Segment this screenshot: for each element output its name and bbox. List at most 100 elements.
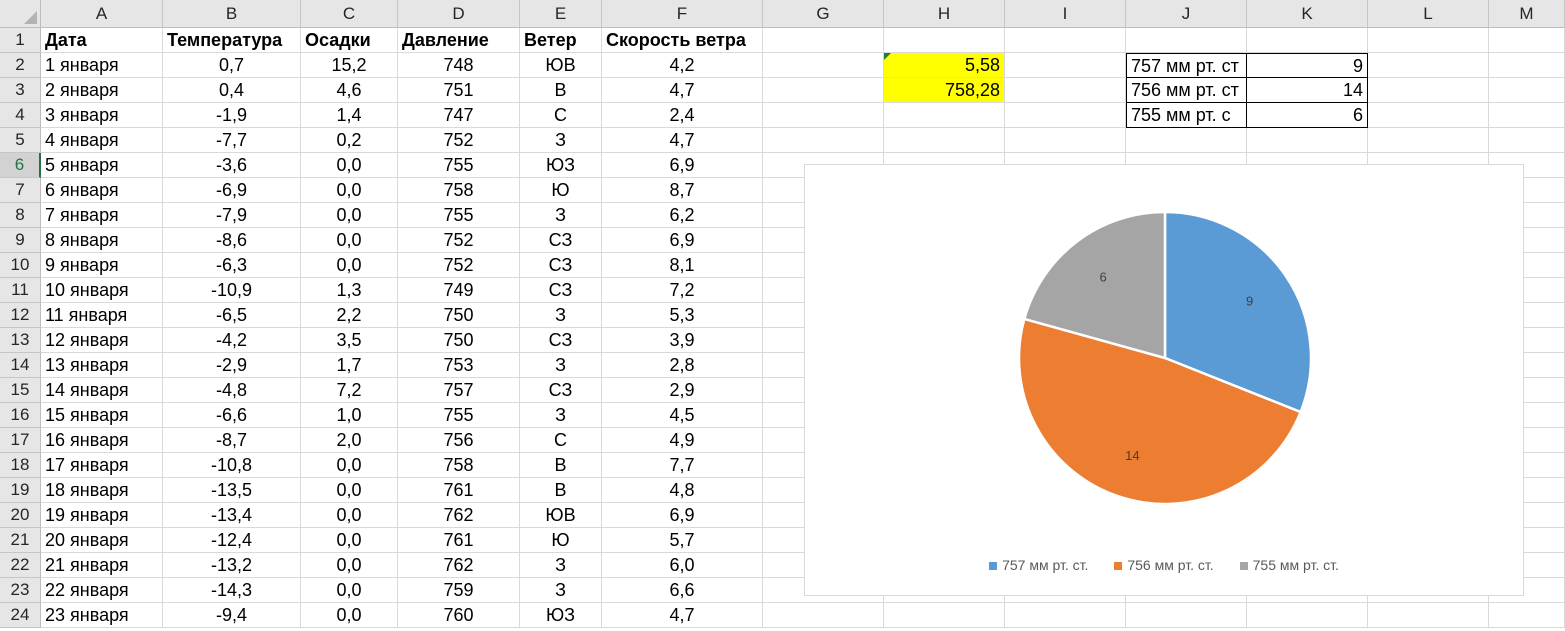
cell-c6[interactable]: 0,0	[301, 153, 398, 178]
pressure-count-2[interactable]: 9	[1247, 53, 1368, 78]
row-header-5[interactable]: 5	[0, 128, 41, 153]
cell-c18[interactable]: 0,0	[301, 453, 398, 478]
cell-a6[interactable]: 5 января	[41, 153, 163, 178]
cell-e8[interactable]: З	[520, 203, 602, 228]
cell-a2[interactable]: 1 января	[41, 53, 163, 78]
column-header-g[interactable]: G	[763, 0, 884, 28]
cell-c22[interactable]: 0,0	[301, 553, 398, 578]
cell-c3[interactable]: 4,6	[301, 78, 398, 103]
cell-a23[interactable]: 22 января	[41, 578, 163, 603]
column-header-b[interactable]: B	[163, 0, 301, 28]
cell-b11[interactable]: -10,9	[163, 278, 301, 303]
cell-b7[interactable]: -6,9	[163, 178, 301, 203]
select-all-corner[interactable]	[0, 0, 41, 28]
cell-e13[interactable]: СЗ	[520, 328, 602, 353]
cell-e5[interactable]: З	[520, 128, 602, 153]
cell-k5[interactable]	[1247, 128, 1368, 153]
cell-f2[interactable]: 4,2	[602, 53, 763, 78]
cell-g4[interactable]	[763, 103, 884, 128]
cell-b17[interactable]: -8,7	[163, 428, 301, 453]
cell-e7[interactable]: Ю	[520, 178, 602, 203]
cell-a11[interactable]: 10 января	[41, 278, 163, 303]
cell-a20[interactable]: 19 января	[41, 503, 163, 528]
cell-b4[interactable]: -1,9	[163, 103, 301, 128]
cell-b9[interactable]: -8,6	[163, 228, 301, 253]
cell-e18[interactable]: В	[520, 453, 602, 478]
cell-f20[interactable]: 6,9	[602, 503, 763, 528]
cell-c15[interactable]: 7,2	[301, 378, 398, 403]
cell-f24[interactable]: 4,7	[602, 603, 763, 628]
row-header-16[interactable]: 16	[0, 403, 41, 428]
column-header-k[interactable]: K	[1247, 0, 1368, 28]
cell-c5[interactable]: 0,2	[301, 128, 398, 153]
cell-c7[interactable]: 0,0	[301, 178, 398, 203]
cell-h5[interactable]	[884, 128, 1005, 153]
cell-b5[interactable]: -7,7	[163, 128, 301, 153]
cell-b6[interactable]: -3,6	[163, 153, 301, 178]
cell-e21[interactable]: Ю	[520, 528, 602, 553]
legend-item-2[interactable]: 756 мм рт. ст.	[1114, 557, 1214, 573]
cell-d5[interactable]: 752	[398, 128, 520, 153]
cell-f19[interactable]: 4,8	[602, 478, 763, 503]
cell-b18[interactable]: -10,8	[163, 453, 301, 478]
cell-b22[interactable]: -13,2	[163, 553, 301, 578]
cell-d6[interactable]: 755	[398, 153, 520, 178]
cell-f8[interactable]: 6,2	[602, 203, 763, 228]
cell-h4[interactable]	[884, 103, 1005, 128]
cell-l24[interactable]	[1368, 603, 1489, 628]
cell-d20[interactable]: 762	[398, 503, 520, 528]
cell-d16[interactable]: 755	[398, 403, 520, 428]
cell-f1[interactable]: Скорость ветра	[602, 28, 763, 53]
cell-h24[interactable]	[884, 603, 1005, 628]
cell-f21[interactable]: 5,7	[602, 528, 763, 553]
cell-a3[interactable]: 2 января	[41, 78, 163, 103]
column-header-d[interactable]: D	[398, 0, 520, 28]
column-header-h[interactable]: H	[884, 0, 1005, 28]
cell-d11[interactable]: 749	[398, 278, 520, 303]
cell-e22[interactable]: З	[520, 553, 602, 578]
cell-e19[interactable]: В	[520, 478, 602, 503]
cell-e10[interactable]: СЗ	[520, 253, 602, 278]
cell-b19[interactable]: -13,5	[163, 478, 301, 503]
cell-a21[interactable]: 20 января	[41, 528, 163, 553]
cell-d23[interactable]: 759	[398, 578, 520, 603]
cell-f16[interactable]: 4,5	[602, 403, 763, 428]
column-header-c[interactable]: C	[301, 0, 398, 28]
cell-b12[interactable]: -6,5	[163, 303, 301, 328]
cell-d19[interactable]: 761	[398, 478, 520, 503]
cell-f11[interactable]: 7,2	[602, 278, 763, 303]
row-header-7[interactable]: 7	[0, 178, 41, 203]
cell-a9[interactable]: 8 января	[41, 228, 163, 253]
cell-b10[interactable]: -6,3	[163, 253, 301, 278]
cell-e2[interactable]: ЮВ	[520, 53, 602, 78]
cell-l4[interactable]	[1368, 103, 1489, 128]
cell-f13[interactable]: 3,9	[602, 328, 763, 353]
cell-f18[interactable]: 7,7	[602, 453, 763, 478]
cell-c2[interactable]: 15,2	[301, 53, 398, 78]
pressure-count-3[interactable]: 14	[1247, 78, 1368, 103]
cell-d8[interactable]: 755	[398, 203, 520, 228]
cell-c9[interactable]: 0,0	[301, 228, 398, 253]
cell-a24[interactable]: 23 января	[41, 603, 163, 628]
pressure-count-4[interactable]: 6	[1247, 103, 1368, 128]
pressure-label-3[interactable]: 756 мм рт. ст	[1126, 78, 1247, 103]
cell-d17[interactable]: 756	[398, 428, 520, 453]
cell-i4[interactable]	[1005, 103, 1126, 128]
row-header-13[interactable]: 13	[0, 328, 41, 353]
cell-f23[interactable]: 6,6	[602, 578, 763, 603]
cell-h2-value[interactable]: 5,58	[884, 53, 1005, 78]
cell-c14[interactable]: 1,7	[301, 353, 398, 378]
cell-b8[interactable]: -7,9	[163, 203, 301, 228]
cell-h1[interactable]	[884, 28, 1005, 53]
cell-a19[interactable]: 18 января	[41, 478, 163, 503]
cell-f5[interactable]: 4,7	[602, 128, 763, 153]
cell-d4[interactable]: 747	[398, 103, 520, 128]
cell-b15[interactable]: -4,8	[163, 378, 301, 403]
cell-j24[interactable]	[1126, 603, 1247, 628]
row-header-14[interactable]: 14	[0, 353, 41, 378]
row-header-18[interactable]: 18	[0, 453, 41, 478]
cell-d3[interactable]: 751	[398, 78, 520, 103]
cell-j1[interactable]	[1126, 28, 1247, 53]
cell-m5[interactable]	[1489, 128, 1565, 153]
row-header-21[interactable]: 21	[0, 528, 41, 553]
